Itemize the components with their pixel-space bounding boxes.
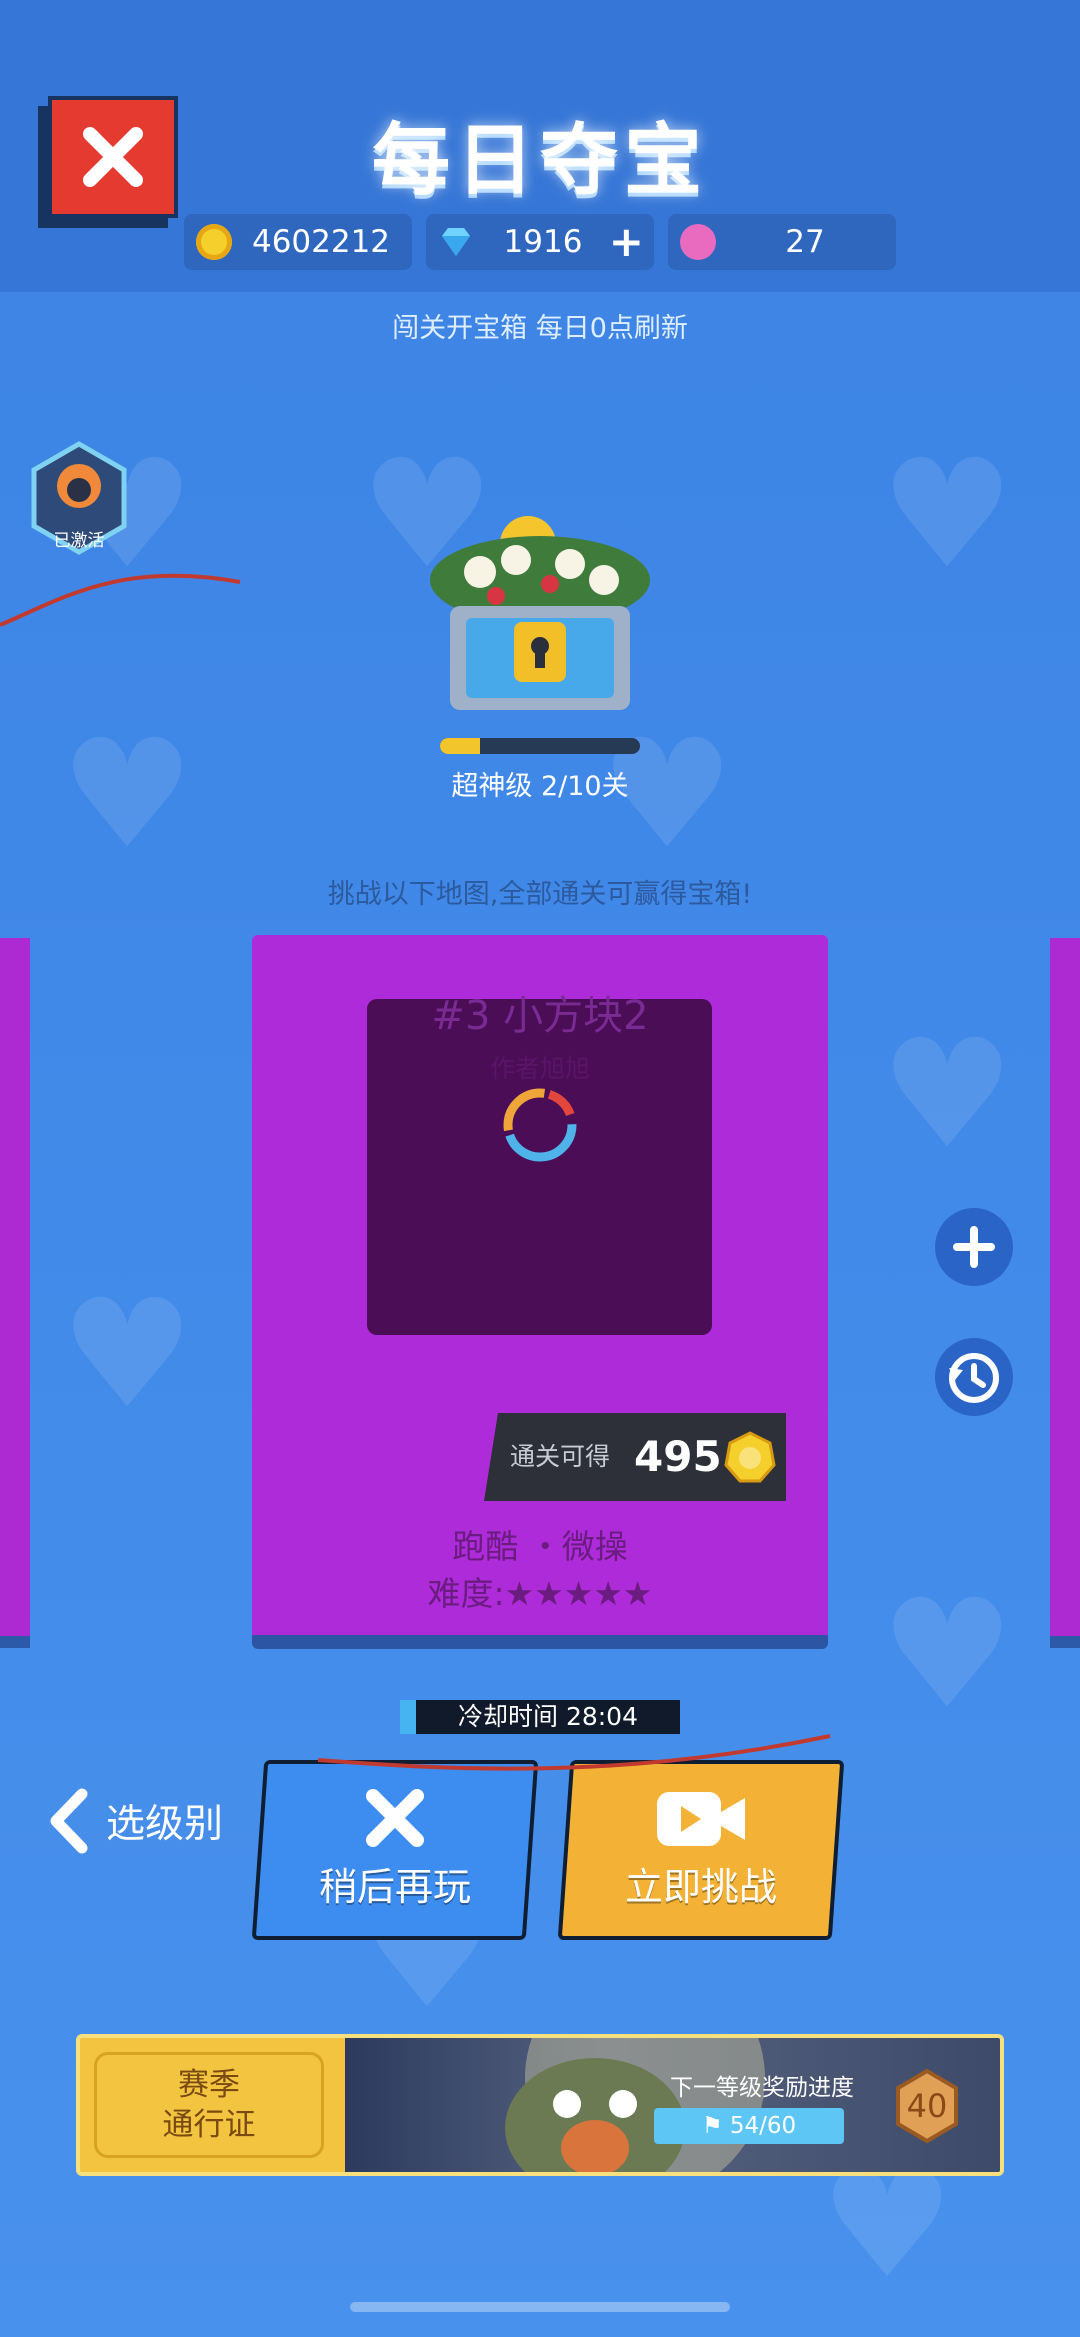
season-pass-label: 赛季 通行证 (94, 2052, 324, 2158)
plus-icon (953, 1226, 995, 1268)
treasure-chest-icon (430, 516, 650, 710)
select-level-button[interactable]: 选级别 (44, 1786, 223, 1856)
map-card[interactable]: #3 小方块2 作者旭旭 通关可得 495 跑酷 ・微操 难度:★★★★★ (252, 935, 828, 1649)
heart-pattern-icon: ♥ (880, 428, 1015, 602)
token-counter: 27 (668, 214, 896, 270)
previous-map-card[interactable] (0, 938, 30, 1648)
flag-icon: ⚑ (701, 2113, 730, 2139)
difficulty-stars: ★★★★★ (504, 1574, 653, 1613)
close-icon (366, 1789, 424, 1847)
map-difficulty: 难度:★★★★★ (427, 1574, 653, 1613)
page-title: 每日夺宝 (371, 116, 708, 206)
gem-counter: 1916 + (426, 214, 654, 270)
chest-level-label: 超神级 2/10关 (451, 771, 629, 802)
reward-value: 495 (634, 1432, 722, 1481)
challenge-hint: 挑战以下地图,全部通关可赢得宝箱! (327, 879, 753, 910)
video-icon (657, 1792, 745, 1846)
history-button[interactable] (935, 1338, 1013, 1416)
coin-icon (196, 224, 232, 260)
next-reward-label: 下一等级奖励进度 (670, 2075, 854, 2101)
coin-counter: 4602212 (184, 214, 412, 270)
cooldown-timer: 冷却时间 28:04 (400, 1700, 680, 1734)
map-author: 作者旭旭 (489, 1054, 590, 1083)
chest-progress-bar (440, 738, 640, 754)
coin-icon (724, 1431, 776, 1483)
home-indicator[interactable] (350, 2302, 730, 2312)
reward-plate: 通关可得 495 (484, 1413, 786, 1501)
pass-progress: ⚑ 54/60 (654, 2108, 844, 2144)
play-later-button[interactable]: 稍后再玩 (251, 1760, 539, 1940)
activated-badge[interactable]: 已激活 (24, 440, 134, 560)
map-tags: 跑酷 ・微操 (452, 1527, 628, 1566)
loading-spinner-icon (503, 1088, 577, 1162)
heart-pattern-icon: ♥ (880, 1008, 1015, 1182)
pass-level-badge: 40 (894, 2068, 960, 2144)
history-icon (949, 1353, 999, 1403)
chest-progress-fill (440, 738, 480, 754)
season-pass-banner[interactable]: 赛季 通行证 下一等级奖励进度 ⚑ 54/60 40 (76, 2034, 1004, 2176)
refresh-note: 闯关开宝箱 每日0点刷新 (392, 313, 688, 344)
add-gems-icon[interactable]: + (609, 214, 644, 270)
gem-icon (442, 228, 470, 256)
map-name: #3 小方块2 (431, 993, 649, 1039)
reward-label: 通关可得 (510, 1442, 611, 1471)
next-map-card[interactable] (1050, 938, 1080, 1648)
heart-pattern-icon: ♥ (880, 1568, 1015, 1742)
heart-pattern-icon: ♥ (60, 1268, 195, 1442)
challenge-now-button[interactable]: 立即挑战 (557, 1760, 845, 1940)
token-icon (680, 224, 716, 260)
chevron-left-icon (50, 1788, 88, 1854)
add-map-button[interactable] (935, 1208, 1013, 1286)
